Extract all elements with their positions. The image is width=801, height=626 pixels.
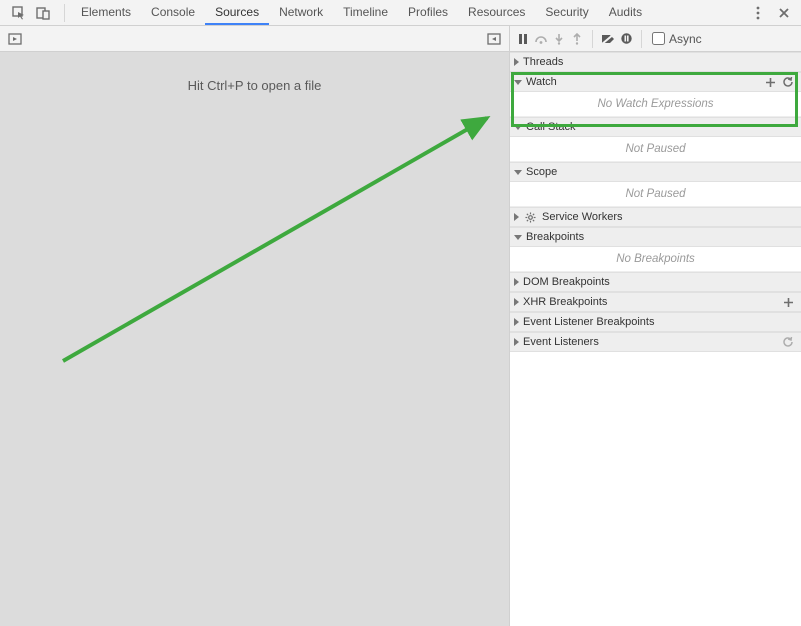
divider [64, 4, 65, 22]
refresh-event-listeners-icon[interactable] [781, 335, 795, 349]
panel-tabs: Elements Console Sources Network Timelin… [71, 0, 652, 25]
top-right-controls [749, 4, 797, 22]
scope-empty: Not Paused [510, 182, 801, 207]
debug-toolbar: Async [510, 26, 801, 52]
tab-console[interactable]: Console [141, 0, 205, 25]
callstack-empty: Not Paused [510, 137, 801, 162]
expand-icon [514, 298, 519, 306]
step-into-icon[interactable] [550, 30, 568, 48]
close-devtools-icon[interactable] [775, 4, 793, 22]
tab-resources[interactable]: Resources [458, 0, 535, 25]
collapse-icon [514, 80, 522, 85]
collapse-icon [514, 235, 522, 240]
async-toggle[interactable]: Async [652, 32, 702, 46]
tab-elements[interactable]: Elements [71, 0, 141, 25]
section-callstack[interactable]: Call Stack [510, 117, 801, 137]
tab-audits[interactable]: Audits [599, 0, 652, 25]
tab-sources[interactable]: Sources [205, 0, 269, 25]
add-xhr-breakpoint-icon[interactable] [781, 295, 795, 309]
deactivate-breakpoints-icon[interactable] [599, 30, 617, 48]
section-event-listeners[interactable]: Event Listeners [510, 332, 801, 352]
expand-icon [514, 278, 519, 286]
section-xhr-breakpoints[interactable]: XHR Breakpoints [510, 292, 801, 312]
breakpoints-empty: No Breakpoints [510, 247, 801, 272]
async-checkbox[interactable] [652, 32, 665, 45]
expand-icon [514, 318, 519, 326]
expand-icon [514, 58, 519, 66]
refresh-watch-icon[interactable] [781, 75, 795, 89]
collapse-icon [514, 125, 522, 130]
pause-on-exceptions-icon[interactable] [617, 30, 635, 48]
editor-pane: Hit Ctrl+P to open a file [0, 26, 510, 626]
gear-icon [525, 212, 536, 223]
add-watch-icon[interactable] [763, 75, 777, 89]
step-out-icon[interactable] [568, 30, 586, 48]
pause-resume-icon[interactable] [514, 30, 532, 48]
devtools-top-bar: Elements Console Sources Network Timelin… [0, 0, 801, 26]
async-label: Async [669, 32, 702, 46]
section-event-listener-breakpoints[interactable]: Event Listener Breakpoints [510, 312, 801, 332]
section-dom-breakpoints[interactable]: DOM Breakpoints [510, 272, 801, 292]
section-scope[interactable]: Scope [510, 162, 801, 182]
annotation-arrow [0, 26, 510, 626]
tab-timeline[interactable]: Timeline [333, 0, 398, 25]
divider [641, 30, 642, 48]
section-breakpoints[interactable]: Breakpoints [510, 227, 801, 247]
expand-icon [514, 213, 519, 221]
expand-icon [514, 338, 519, 346]
show-debugger-icon[interactable] [485, 30, 503, 48]
tab-security[interactable]: Security [535, 0, 598, 25]
divider [592, 30, 593, 48]
open-file-hint: Hit Ctrl+P to open a file [0, 78, 509, 93]
watch-empty: No Watch Expressions [510, 92, 801, 117]
section-watch[interactable]: Watch [510, 72, 801, 92]
inspect-icons [4, 4, 58, 22]
section-service-workers[interactable]: Service Workers [510, 207, 801, 227]
show-navigator-icon[interactable] [6, 30, 24, 48]
collapse-icon [514, 170, 522, 175]
device-toggle-icon[interactable] [34, 4, 52, 22]
tab-profiles[interactable]: Profiles [398, 0, 458, 25]
debug-sidebar: Async Threads Watch No Watch Expressions [510, 26, 801, 626]
sources-main: Hit Ctrl+P to open a file [0, 26, 801, 626]
step-over-icon[interactable] [532, 30, 550, 48]
editor-toolbar [0, 26, 509, 52]
debug-sections: Threads Watch No Watch Expressions Call … [510, 52, 801, 626]
section-threads[interactable]: Threads [510, 52, 801, 72]
inspect-element-icon[interactable] [10, 4, 28, 22]
kebab-menu-icon[interactable] [749, 4, 767, 22]
tab-network[interactable]: Network [269, 0, 333, 25]
